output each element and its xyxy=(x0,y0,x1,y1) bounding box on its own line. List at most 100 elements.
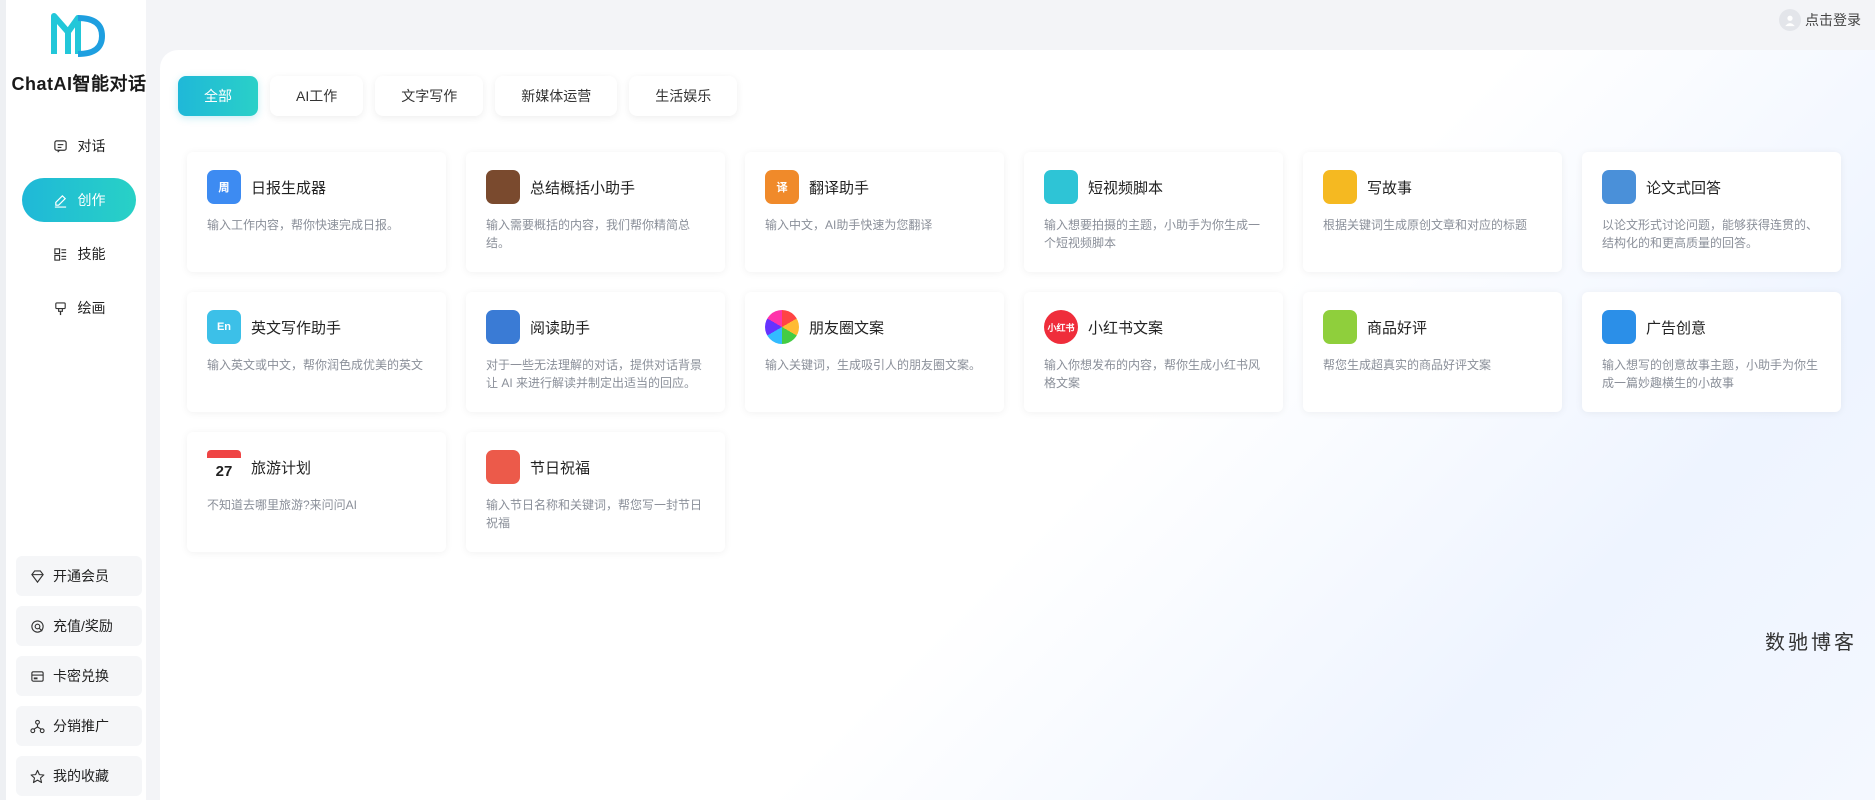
card-title: 阅读助手 xyxy=(530,319,591,337)
favorites-button[interactable]: 我的收藏 xyxy=(16,756,142,796)
clapperboard-icon xyxy=(1044,170,1078,204)
star-icon xyxy=(30,769,45,783)
app-card[interactable]: 27 旅游计划 不知道去哪里旅游?来问问AI xyxy=(187,432,446,552)
card-description: 输入英文或中文，帮你润色成优美的英文 xyxy=(207,358,424,372)
card-title: 旅游计划 xyxy=(251,459,312,477)
card-header: 周日报生成器 xyxy=(207,170,426,204)
recharge-button[interactable]: 充值/奖励 xyxy=(16,606,142,646)
paint-brush-icon xyxy=(54,301,66,315)
app-card[interactable]: 译翻译助手输入中文，AI助手快速为您翻译 xyxy=(745,152,1004,272)
translate-icon: 译 xyxy=(765,170,799,204)
card-header: 27 旅游计划 xyxy=(207,450,426,484)
app-card[interactable]: 节日祝福输入节日名称和关键词，帮您写一封节日祝福 xyxy=(466,432,725,552)
card-description: 输入节日名称和关键词，帮您写一封节日祝福 xyxy=(486,498,703,530)
app-card-grid: 周日报生成器 输入工作内容，帮你快速完成日报。 总结概括小助手 输入需要概括的内容，我… xyxy=(187,152,1841,552)
card-icon xyxy=(31,670,44,682)
tab-writing[interactable]: 文字写作 xyxy=(375,76,484,116)
sidebar-item-skills[interactable]: 技能 xyxy=(22,232,136,276)
sidebar-item-label: 对话 xyxy=(77,138,106,154)
skills-icon xyxy=(53,247,66,261)
card-title: 写故事 xyxy=(1367,179,1413,197)
app-card[interactable]: 广告创意输入想写的创意故事主题，小助手为你生成一篇妙趣横生的小故事 xyxy=(1582,292,1841,412)
card-title: 广告创意 xyxy=(1646,319,1707,337)
app-card[interactable]: 短视频脚本 输入想要拍摄的主题，小助手为你生成一个短视频脚本 xyxy=(1024,152,1283,272)
tab-ai-work[interactable]: AI工作 xyxy=(270,76,364,116)
vip-label: 开通会员 xyxy=(53,568,109,584)
card-title: 短视频脚本 xyxy=(1088,179,1164,197)
watermark: 数驰博客 xyxy=(1765,630,1857,654)
briefcase-icon xyxy=(486,170,520,204)
favorites-label: 我的收藏 xyxy=(53,768,109,784)
lightbulb-icon xyxy=(1602,310,1636,344)
edit-icon xyxy=(54,194,66,208)
sidebar-item-label: 创作 xyxy=(77,192,106,208)
sidebar-item-chat[interactable]: 对话 xyxy=(22,124,136,168)
card-description: 对于一些无法理解的对话，提供对话背景让 AI 来进行解读并制定出适当的回应。 xyxy=(486,358,703,390)
card-description: 输入关键词，生成吸引人的朋友圈文案。 xyxy=(765,358,982,372)
distribution-button[interactable]: 分销推广 xyxy=(16,706,142,746)
chat-icon xyxy=(53,139,67,153)
card-title: 小红书文案 xyxy=(1088,319,1164,337)
shopping-bag-icon xyxy=(1323,310,1357,344)
sidebar-item-label: 技能 xyxy=(77,246,106,262)
calendar-27-icon: 27 xyxy=(207,450,241,484)
card-title: 英文写作助手 xyxy=(251,319,342,337)
binders-icon xyxy=(1602,170,1636,204)
card-header: 总结概括小助手 xyxy=(486,170,705,204)
app-card[interactable]: 总结概括小助手输入需要概括的内容，我们帮你精简总结。 xyxy=(466,152,725,272)
card-header: 写故事 xyxy=(1323,170,1542,204)
app-card[interactable]: 写故事 根据关键词生成原创文章和对应的标题 xyxy=(1303,152,1562,272)
card-description: 输入工作内容，帮你快速完成日报。 xyxy=(207,218,400,232)
brand-name: ChatAI智能对话 xyxy=(11,74,147,94)
app-card[interactable]: 朋友圈文案输入关键词，生成吸引人的朋友圈文案。 xyxy=(745,292,1004,412)
card-header: 商品好评 xyxy=(1323,310,1542,344)
redeem-card-button[interactable]: 卡密兑换 xyxy=(16,656,142,696)
card-header: 译翻译助手 xyxy=(765,170,984,204)
sidebar-item-paint[interactable]: 绘画 xyxy=(22,286,136,330)
app-logo[interactable] xyxy=(50,10,106,58)
recharge-label: 充值/奖励 xyxy=(53,618,113,634)
card-description: 以论文形式讨论问题，能够获得连贯的、结构化的和更高质量的回答。 xyxy=(1602,218,1819,250)
card-title: 朋友圈文案 xyxy=(809,319,885,337)
card-header: 短视频脚本 xyxy=(1044,170,1263,204)
vip-button[interactable]: 开通会员 xyxy=(16,556,142,596)
tab-all[interactable]: 全部 xyxy=(178,76,258,116)
card-description: 帮您生成超真实的商品好评文案 xyxy=(1323,358,1492,372)
tab-lifestyle[interactable]: 生活娱乐 xyxy=(629,76,738,116)
diamond-icon xyxy=(31,569,44,583)
card-header: 阅读助手 xyxy=(486,310,705,344)
card-title: 论文式回答 xyxy=(1646,179,1722,197)
app-card[interactable]: En 英文写作助手输入英文或中文，帮你润色成优美的英文 xyxy=(187,292,446,412)
card-header: 小红书 小红书文案 xyxy=(1044,310,1263,344)
card-header: En 英文写作助手 xyxy=(207,310,426,344)
card-header: 论文式回答 xyxy=(1602,170,1821,204)
login-button[interactable]: 点击登录 xyxy=(1779,8,1861,32)
card-title: 日报生成器 xyxy=(251,179,327,197)
app-card[interactable]: 周日报生成器输入工作内容，帮你快速完成日报。 xyxy=(187,152,446,272)
calendar-report-icon: 周 xyxy=(207,170,241,204)
redeem-card-label: 卡密兑换 xyxy=(53,668,109,684)
card-title: 商品好评 xyxy=(1367,319,1428,337)
distribution-label: 分销推广 xyxy=(53,718,109,734)
tab-new-media[interactable]: 新媒体运营 xyxy=(495,76,618,116)
card-header: 节日祝福 xyxy=(486,450,705,484)
card-header: 广告创意 xyxy=(1602,310,1821,344)
card-title: 总结概括小助手 xyxy=(530,179,636,197)
card-description: 输入需要概括的内容，我们帮你精简总结。 xyxy=(486,218,691,250)
login-label: 点击登录 xyxy=(1805,12,1861,28)
user-avatar-icon xyxy=(1779,9,1801,31)
app-card[interactable]: 商品好评帮您生成超真实的商品好评文案 xyxy=(1303,292,1562,412)
app-card[interactable]: 论文式回答以论文形式讨论问题，能够获得连贯的、结构化的和更高质量的回答。 xyxy=(1582,152,1841,272)
books-icon xyxy=(486,310,520,344)
app-card[interactable]: 阅读助手对于一些无法理解的对话，提供对话背景让 AI 来进行解读并制定出适当的回… xyxy=(466,292,725,412)
card-header: 朋友圈文案 xyxy=(765,310,984,344)
app-card[interactable]: 小红书 小红书文案 输入你想发布的内容，帮你生成小红书风格文案 xyxy=(1024,292,1283,412)
sidebar-item-create[interactable]: 创作 xyxy=(22,178,136,222)
recharge-icon xyxy=(31,619,44,633)
sidebar-item-label: 绘画 xyxy=(77,300,106,316)
card-description: 输入中文，AI助手快速为您翻译 xyxy=(765,218,933,232)
card-title: 翻译助手 xyxy=(809,179,870,197)
card-description: 输入想写的创意故事主题，小助手为你生成一篇妙趣横生的小故事 xyxy=(1602,358,1819,390)
festival-icon xyxy=(486,450,520,484)
main-panel: 全部 AI工作 文字写作 新媒体运营 生活娱乐 周日报生成器输入工作内容，帮你快… xyxy=(160,50,1875,800)
